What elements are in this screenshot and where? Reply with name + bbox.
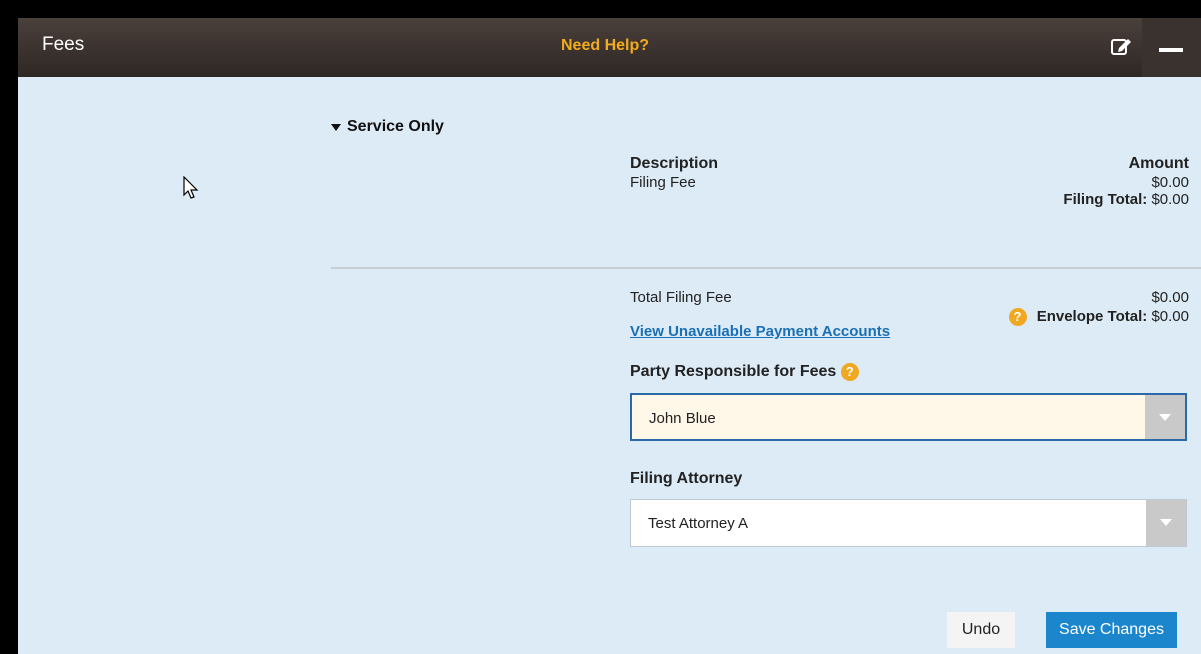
filing-total: Filing Total: $0.00	[1063, 191, 1189, 208]
chevron-down-icon	[1159, 414, 1171, 421]
filing-attorney-label: Filing Attorney	[630, 470, 743, 487]
party-selected-value: John Blue	[649, 410, 716, 427]
filing-attorney-select[interactable]: Test Attorney A	[630, 499, 1187, 547]
panel-title: Fees	[42, 34, 85, 55]
minimize-button[interactable]	[1142, 18, 1201, 77]
party-responsible-label: Party Responsible for Fees ?	[630, 363, 859, 381]
description-header: Description	[630, 155, 719, 172]
fee-description: Filing Fee	[630, 174, 696, 191]
panel-header: Fees Need Help?	[18, 18, 1201, 77]
fee-amount: $0.00	[1151, 174, 1189, 191]
filing-total-label: Filing Total:	[1063, 191, 1148, 208]
need-help-link[interactable]: Need Help?	[561, 37, 649, 55]
section-title: Service Only	[347, 118, 444, 135]
chevron-down-icon	[1160, 519, 1172, 526]
mouse-pointer-icon	[183, 175, 199, 205]
dropdown-button[interactable]	[1145, 395, 1185, 439]
view-unavailable-payment-accounts-link[interactable]: View Unavailable Payment Accounts	[630, 323, 890, 340]
envelope-total-value: $0.00	[1151, 308, 1189, 325]
question-circle-icon[interactable]: ?	[840, 363, 859, 381]
section-toggle-service-only[interactable]: Service Only	[331, 118, 444, 136]
question-circle-icon[interactable]: ?	[1008, 308, 1027, 327]
caret-down-icon	[331, 123, 341, 131]
party-label-text: Party Responsible for Fees	[630, 363, 837, 381]
envelope-total-label: Envelope Total:	[1036, 308, 1148, 325]
save-changes-button[interactable]: Save Changes	[1046, 612, 1177, 648]
edit-icon[interactable]	[1111, 36, 1133, 56]
total-filing-fee-value: $0.00	[1151, 289, 1189, 306]
total-filing-fee-label: Total Filing Fee	[630, 289, 732, 306]
attorney-selected-value: Test Attorney A	[648, 515, 749, 532]
dropdown-button[interactable]	[1146, 500, 1186, 546]
minimize-icon	[1159, 48, 1183, 52]
filing-total-value: $0.00	[1151, 191, 1189, 208]
party-responsible-select[interactable]: John Blue	[630, 393, 1187, 441]
undo-button[interactable]: Undo	[947, 612, 1015, 648]
amount-header: Amount	[1128, 155, 1189, 172]
fees-panel: Fees Need Help? Service Only Description…	[18, 18, 1201, 654]
envelope-total: ? Envelope Total: $0.00	[1008, 308, 1189, 327]
divider	[331, 267, 1201, 269]
